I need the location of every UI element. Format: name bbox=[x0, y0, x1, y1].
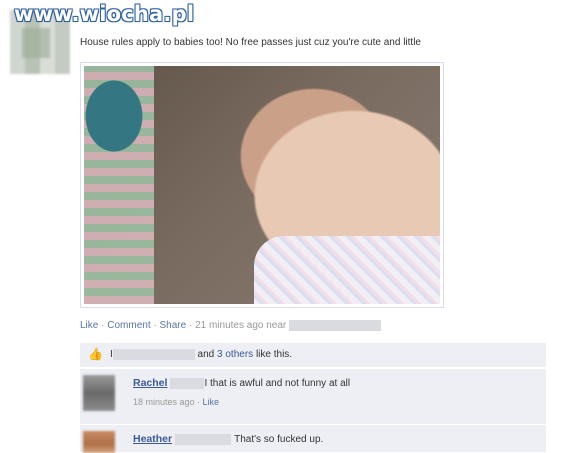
post-photo[interactable] bbox=[80, 62, 444, 308]
redacted-location bbox=[289, 320, 382, 331]
post-text: House rules apply to babies too! No free… bbox=[80, 37, 421, 48]
blanket bbox=[254, 236, 440, 304]
stuffed-toy bbox=[84, 66, 154, 304]
comment-text: I that is awful and not funny at all bbox=[204, 378, 351, 389]
watermark: www.wiocha.pl bbox=[14, 2, 195, 26]
redacted-surname bbox=[175, 433, 232, 445]
comment-text: That's so fucked up. bbox=[234, 434, 324, 445]
likes-summary: 👍 I and 3 others like this. bbox=[80, 343, 546, 367]
commenter-avatar[interactable] bbox=[83, 431, 115, 453]
comment-item: Rachel I that is awful and not funny at a… bbox=[80, 368, 546, 424]
commenter-name[interactable]: Rachel bbox=[133, 377, 167, 389]
commenter-avatar[interactable] bbox=[83, 375, 115, 411]
baby-photo bbox=[84, 66, 440, 304]
post-actions: Like · Comment · Share · 21 minutes ago … bbox=[80, 320, 382, 332]
thumbs-up-icon: 👍 bbox=[88, 347, 103, 361]
comment-item: Heather That's so fucked up. bbox=[80, 424, 546, 453]
comment-like-link[interactable]: Like bbox=[203, 397, 220, 407]
like-link[interactable]: Like bbox=[80, 320, 98, 331]
post-timestamp: · 21 minutes ago near bbox=[186, 320, 290, 332]
comment-timestamp: 18 minutes ago bbox=[133, 397, 195, 407]
commenter-name[interactable]: Heather bbox=[133, 433, 172, 445]
comment-link[interactable]: Comment bbox=[107, 320, 150, 331]
redacted-name bbox=[112, 349, 195, 360]
others-link[interactable]: 3 others bbox=[217, 349, 253, 360]
redacted-surname bbox=[170, 377, 205, 389]
share-link[interactable]: Share bbox=[160, 320, 187, 331]
